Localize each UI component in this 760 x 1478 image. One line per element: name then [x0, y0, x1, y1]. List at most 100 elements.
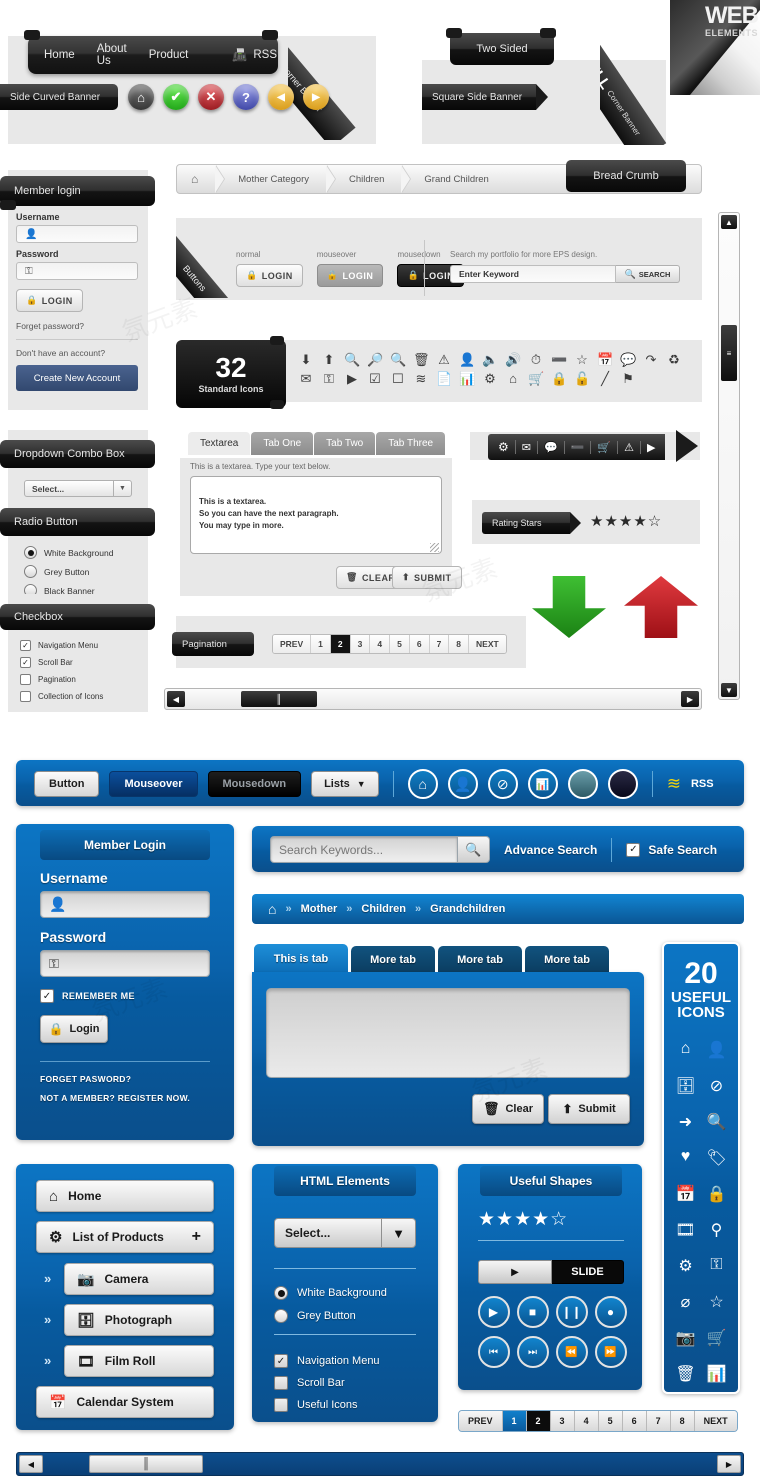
slide-track[interactable]: SLIDE	[552, 1260, 624, 1284]
textarea-input[interactable]: This is a textarea. So you can have the …	[190, 476, 442, 554]
search-input[interactable]: Enter Keyword	[450, 265, 616, 283]
checkbox-option[interactable]: Collection of Icons	[20, 691, 148, 702]
checkbox-indicator[interactable]	[274, 1398, 288, 1412]
star-icon[interactable]: ☆	[701, 1292, 732, 1312]
pagination-page[interactable]: 8	[449, 635, 470, 653]
close-icon[interactable]: ✕	[198, 84, 224, 110]
tab-more-3[interactable]: More tab	[525, 946, 609, 974]
radio-indicator[interactable]	[24, 565, 37, 578]
pagination-prev[interactable]: PREV	[273, 635, 312, 653]
tab-this-is-tab[interactable]: This is tab	[254, 944, 348, 974]
stop-icon[interactable]: ■	[516, 1296, 549, 1328]
blue-pagination-page[interactable]: 5	[598, 1411, 623, 1431]
scroll-down-button[interactable]: ▼	[721, 683, 737, 697]
check-icon[interactable]: ✔	[163, 84, 189, 110]
remember-me-checkbox[interactable]: ✓	[40, 989, 54, 1003]
breadcrumb-item[interactable]: Mother Category	[224, 165, 327, 193]
checkbox-indicator[interactable]	[20, 674, 31, 685]
slide-control[interactable]: ▶ SLIDE	[478, 1260, 624, 1284]
search-button[interactable]: 🔍 SEARCH	[616, 265, 680, 283]
checkbox-indicator[interactable]: ✓	[274, 1354, 288, 1368]
lock-icon[interactable]: 🔒	[701, 1184, 732, 1204]
nav-item-product[interactable]: Product	[149, 49, 189, 61]
chart-icon[interactable]: 📊	[527, 769, 558, 799]
blue-pagination-next[interactable]: NEXT	[694, 1411, 737, 1431]
scroll-thumb-horizontal[interactable]: ║	[241, 691, 317, 707]
radio-indicator[interactable]	[274, 1309, 288, 1323]
tab-three[interactable]: Tab Three	[376, 432, 446, 455]
blue-pagination-page[interactable]: 7	[646, 1411, 671, 1431]
login-button[interactable]: 🔒 LOGIN	[16, 289, 83, 312]
checkbox-indicator[interactable]	[274, 1376, 288, 1390]
blue-clear-button[interactable]: 🗑 Clear	[472, 1094, 544, 1124]
checkbox-indicator[interactable]: ✓	[20, 657, 31, 668]
checkbox-option[interactable]: ✓ Navigation Menu	[20, 640, 148, 651]
blue-breadcrumb-item[interactable]: Grandchildren	[430, 903, 505, 915]
pagination-page[interactable]: 3	[350, 635, 371, 653]
dropdown-select[interactable]: Select... ▼	[24, 480, 132, 497]
search-button[interactable]: 🔍	[458, 836, 490, 863]
checkbox-option[interactable]: Useful Icons	[274, 1398, 416, 1412]
radio-indicator[interactable]	[274, 1286, 288, 1300]
advance-search-link[interactable]: Advance Search	[504, 843, 597, 857]
next-icon[interactable]: ▶	[303, 84, 329, 110]
fast-forward-icon[interactable]: ⏩	[594, 1336, 627, 1368]
skip-back-icon[interactable]: ⏮	[477, 1336, 510, 1368]
pagination-next[interactable]: NEXT	[469, 635, 506, 653]
film-roll-icon[interactable]: 🎞	[670, 1220, 701, 1240]
sitemap-icon[interactable]: ⚲	[701, 1220, 732, 1240]
expand-plus-icon[interactable]: +	[192, 1228, 201, 1246]
sidemenu-item-photograph[interactable]: 🗄 Photograph	[64, 1304, 214, 1336]
home-icon[interactable]: ⌂	[128, 84, 154, 110]
toolbar-button-hover[interactable]: Mouseover	[109, 771, 198, 797]
block-icon[interactable]: ⌀	[670, 1292, 701, 1312]
username-input[interactable]: 👤	[16, 225, 138, 243]
camera-icon[interactable]: 📷	[670, 1328, 701, 1348]
blue-pagination-page[interactable]: 4	[574, 1411, 599, 1431]
pagination-page[interactable]: 1	[311, 635, 331, 653]
circle-dark-icon[interactable]	[607, 769, 638, 799]
gear-icon[interactable]: ⚙	[492, 440, 516, 454]
toolbar-button-normal[interactable]: Button	[34, 771, 100, 797]
tab-one[interactable]: Tab One	[251, 432, 314, 455]
breadcrumb-home[interactable]: ⌂	[177, 165, 216, 193]
toolbar-button-active[interactable]: Mousedown	[207, 771, 302, 797]
sidemenu-item-camera[interactable]: 📷 Camera	[64, 1263, 214, 1295]
remember-me-row[interactable]: ✓ REMEMBER ME	[40, 989, 210, 1003]
tag-icon[interactable]: 🏷	[701, 1148, 732, 1168]
circle-teal-icon[interactable]	[567, 769, 598, 799]
nav-item-rss[interactable]: RSS	[253, 49, 277, 61]
pagination-page-current[interactable]: 2	[330, 635, 351, 653]
login-button-hover[interactable]: 🔒 LOGIN	[316, 264, 384, 287]
no-entry-icon[interactable]: ⊘	[701, 1076, 732, 1096]
question-icon[interactable]: ?	[233, 84, 259, 110]
home-icon[interactable]: ⌂	[670, 1040, 701, 1060]
search-input[interactable]: Search Keywords...	[270, 836, 458, 863]
safe-search-checkbox[interactable]: ✓	[626, 842, 641, 857]
blue-pagination-prev[interactable]: PREV	[459, 1411, 503, 1431]
create-account-button[interactable]: Create New Account	[16, 365, 138, 391]
forgot-password-link[interactable]: FORGET PASWORD?	[40, 1074, 210, 1084]
breadcrumb-item[interactable]: Children	[335, 165, 402, 193]
blue-textarea[interactable]	[266, 988, 630, 1078]
rss-icon[interactable]: ≋	[667, 774, 681, 794]
minus-icon[interactable]: ➖	[565, 440, 592, 454]
calendar-icon[interactable]: 📅	[670, 1184, 701, 1204]
password-input[interactable]: ⚿	[16, 262, 138, 280]
pagination-page[interactable]: 7	[429, 635, 450, 653]
rating-stars[interactable]: ★★★★☆	[590, 512, 662, 530]
blue-horizontal-scrollbar[interactable]: ◀ ║ ▶	[16, 1452, 744, 1476]
scroll-left-button[interactable]: ◀	[167, 691, 185, 707]
textarea-resize-grip[interactable]	[430, 543, 439, 552]
login-button-normal[interactable]: 🔒 LOGIN	[236, 264, 303, 287]
blue-password-input[interactable]: ⚿	[40, 950, 210, 977]
nav-item-home[interactable]: Home	[44, 49, 75, 61]
radio-option[interactable]: White Background	[24, 546, 144, 559]
radio-option[interactable]: Grey Button	[274, 1309, 416, 1323]
sidemenu-item-products[interactable]: ⚙ List of Products +	[36, 1221, 214, 1253]
blue-login-button[interactable]: 🔒 Login	[40, 1015, 108, 1043]
checkbox-option[interactable]: ✓ Navigation Menu	[274, 1354, 416, 1368]
blue-pagination-page[interactable]: 3	[550, 1411, 575, 1431]
blue-pagination-page-1[interactable]: 1	[502, 1411, 527, 1431]
scroll-right-button[interactable]: ▶	[681, 691, 699, 707]
